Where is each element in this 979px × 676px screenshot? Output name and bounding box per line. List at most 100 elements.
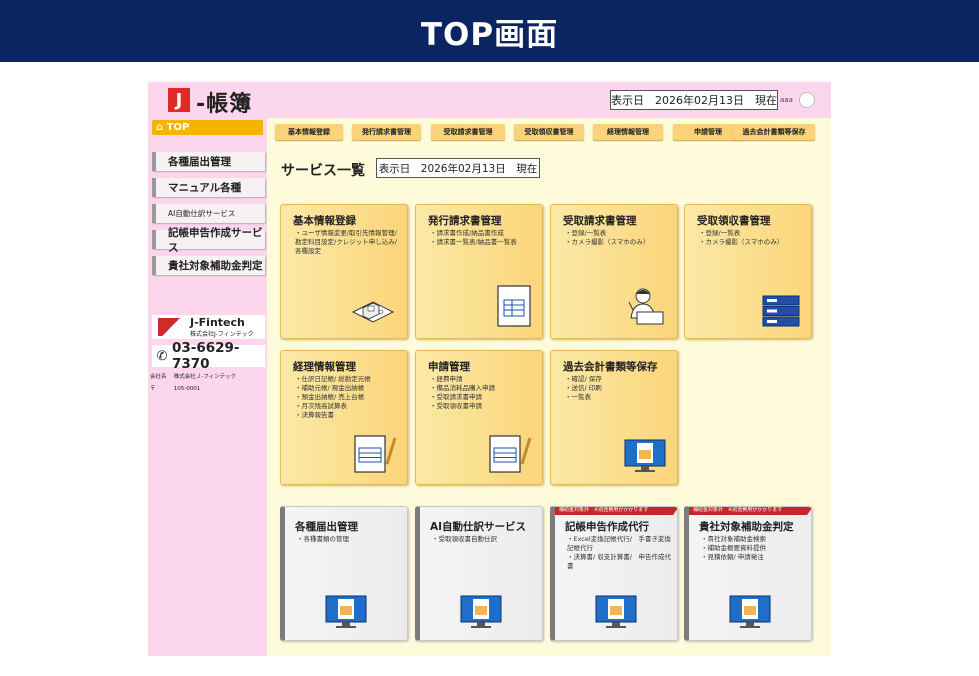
card-item: 受取領収書申請 [430, 402, 538, 411]
card-received-invoices[interactable]: 受取請求書管理 登録/一覧表 カメラ撮影（スマホのみ） [550, 204, 678, 339]
card-item: 確認/ 保存 [565, 375, 673, 384]
card-item: 月次残高試算表 [295, 402, 403, 411]
card-title: 基本情報登録 [293, 215, 356, 227]
menu-received-receipts[interactable]: 受取領収書管理 [514, 124, 584, 140]
sidebar: ⌂ TOP 各種届出管理 マニュアル各種 AI自動仕訳サービス 記帳申告作成サー… [148, 118, 267, 656]
card-item: 登録/一覧表 [699, 229, 807, 238]
postal-row: 〒 105-0001 [150, 384, 200, 392]
card-notifications[interactable]: 各種届出管理 各種書類の管理 [280, 506, 408, 641]
card-item: 決算書/ 収支計算書/ 申告作成代書 [567, 553, 675, 571]
card-item: 受取領収書自動仕訳 [432, 535, 540, 544]
postal-key: 〒 [150, 386, 156, 392]
card-title: 受取請求書管理 [563, 215, 637, 227]
monitor-document-icon [595, 595, 637, 628]
phone-number: 03-6629-7370 [171, 340, 240, 372]
card-title: 経理情報管理 [293, 361, 356, 373]
card-title: 申請管理 [428, 361, 470, 373]
card-item: 各種書類の管理 [297, 535, 405, 544]
card-items: 登録/一覧表 カメラ撮影（スマホのみ） [699, 229, 807, 247]
monitor-document-icon [729, 595, 771, 628]
office-worker-icon [628, 288, 664, 325]
sidebar-top-tab[interactable]: ⌂ TOP [152, 120, 263, 135]
card-item: 一覧表 [565, 393, 673, 402]
company-row: 会社名 株式会社Ｊ-フィンテック [150, 372, 236, 380]
card-subsidy-check[interactable]: 補助金対象外 ※別途費用がかかります 貴社対象補助金判定 貴社対象補助金検索 補… [684, 506, 812, 641]
sidebar-item-bookkeeping-service[interactable]: 記帳申告作成サービス [152, 227, 265, 254]
card-item: 備品消耗品購入申請 [430, 384, 538, 393]
card-bookkeeping-service[interactable]: 補助金対象外 ※別途費用がかかります 記帳申告作成代行 Excel変換記帳代行/… [550, 506, 678, 641]
server-stack-icon [762, 295, 800, 327]
card-item: 仕訳日記帳/ 総勘定元帳 [295, 375, 403, 384]
card-item: 登録/一覧表 [565, 229, 673, 238]
card-ai-journal[interactable]: AI自動仕訳サービス 受取領収書自動仕訳 [415, 506, 543, 641]
menu-past-documents[interactable]: 過去会計書類等保存 [733, 124, 815, 140]
card-title: 記帳申告作成代行 [565, 521, 649, 533]
card-item: ユーザ情報変更/取引先情報管理/勘定科目設定/クレジット申し込み/各種設定 [295, 229, 403, 256]
card-past-documents[interactable]: 過去会計書類等保存 確認/ 保存 送信/ 印刷 一覧表 [550, 350, 678, 485]
card-items: 各種書類の管理 [297, 535, 405, 544]
sidebar-item-ai-journal[interactable]: AI自動仕訳サービス [152, 204, 265, 223]
card-items: 仕訳日記帳/ 総勘定元帳 補助元帳/ 現金出納帳 預金出納帳/ 売上台帳 月次残… [295, 375, 403, 420]
card-applications[interactable]: 申請管理 経費申請 備品消耗品購入申請 受取請求書申請 受取領収書申請 [415, 350, 543, 485]
monitor-document-icon [624, 439, 666, 472]
card-item: 決算報告書 [295, 411, 403, 420]
logo-text: -帳簿 [196, 92, 253, 117]
card-item: 請求書作成/納品書作成 [430, 229, 538, 238]
card-item: カメラ撮影（スマホのみ） [565, 238, 673, 247]
user-label: aaa [780, 96, 793, 104]
postal-value: 105-0001 [173, 386, 201, 392]
monitor-document-icon [460, 595, 502, 628]
card-item: Excel変換記帳代行/ 手書き変換記帳代行 [567, 535, 675, 553]
user-avatar-icon[interactable] [799, 92, 815, 108]
card-items: ユーザ情報変更/取引先情報管理/勘定科目設定/クレジット申し込み/各種設定 [295, 229, 403, 256]
document-pen-icon [354, 435, 397, 473]
header-display-date: 表示日 2026年02月13日 現在 [610, 90, 778, 110]
app-header: J -帳簿 表示日 2026年02月13日 現在 aaa [148, 82, 831, 118]
menu-received-invoices[interactable]: 受取請求書管理 [431, 124, 505, 140]
menu-issued-invoices[interactable]: 発行請求書管理 [352, 124, 421, 140]
fintech-company: 株式会社J-フィンテック [190, 331, 254, 338]
slide-title: TOP画面 [0, 0, 979, 62]
card-accounting-info[interactable]: 経理情報管理 仕訳日記帳/ 総勘定元帳 補助元帳/ 現金出納帳 預金出納帳/ 売… [280, 350, 408, 485]
company-value: 株式会社Ｊ-フィンテック [173, 374, 237, 380]
logo-mark: J [168, 88, 190, 112]
monitor-document-icon [325, 595, 367, 628]
app-window: J -帳簿 表示日 2026年02月13日 現在 aaa ⌂ TOP 各種届出管… [148, 82, 831, 656]
card-title: 受取領収書管理 [697, 215, 771, 227]
section-display-date: 表示日 2026年02月13日 現在 [376, 158, 540, 178]
fintech-logo-icon [158, 318, 184, 336]
sidebar-item-manuals[interactable]: マニュアル各種 [152, 178, 265, 197]
card-title: AI自動仕訳サービス [430, 521, 527, 533]
isometric-office-icon [351, 301, 395, 323]
top-menubar: 基本情報登録 発行請求書管理 受取請求書管理 受取領収書管理 経理情報管理 申請… [275, 124, 815, 140]
card-item: 送信/ 印刷 [565, 384, 673, 393]
phone-icon: ✆ [156, 348, 168, 364]
document-pen-icon [489, 435, 532, 473]
card-items: Excel変換記帳代行/ 手書き変換記帳代行 決算書/ 収支計算書/ 申告作成代… [567, 535, 675, 571]
card-title: 各種届出管理 [295, 521, 358, 533]
phone-banner: ✆ 03-6629-7370 [152, 340, 265, 372]
company-key: 会社名 [150, 374, 167, 380]
card-items: 請求書作成/納品書作成 請求書一覧表/納品書一覧表 [430, 229, 538, 247]
paid-option-ribbon: 補助金対象外 ※別途費用がかかります [689, 507, 811, 515]
card-items: 経費申請 備品消耗品購入申請 受取請求書申請 受取領収書申請 [430, 375, 538, 411]
card-item: 見積依頼/ 申請発注 [701, 553, 809, 562]
paid-option-ribbon: 補助金対象外 ※別途費用がかかります [555, 507, 677, 515]
menu-basic-info[interactable]: 基本情報登録 [275, 124, 343, 140]
menu-accounting-info[interactable]: 経理情報管理 [593, 124, 663, 140]
card-item: 補助元帳/ 現金出納帳 [295, 384, 403, 393]
card-item: 貴社対象補助金検索 [701, 535, 809, 544]
card-items: 貴社対象補助金検索 補助金概要資料提供 見積依頼/ 申請発注 [701, 535, 809, 562]
card-title: 発行請求書管理 [428, 215, 502, 227]
section-title: サービス一覧 [281, 163, 365, 179]
sidebar-item-notifications[interactable]: 各種届出管理 [152, 152, 265, 171]
card-received-receipts[interactable]: 受取領収書管理 登録/一覧表 カメラ撮影（スマホのみ） [684, 204, 812, 339]
card-item: 請求書一覧表/納品書一覧表 [430, 238, 538, 247]
card-items: 登録/一覧表 カメラ撮影（スマホのみ） [565, 229, 673, 247]
sidebar-item-subsidy-check[interactable]: 貴社対象補助金判定 [152, 256, 265, 275]
card-title: 貴社対象補助金判定 [699, 521, 794, 533]
card-basic-info[interactable]: 基本情報登録 ユーザ情報変更/取引先情報管理/勘定科目設定/クレジット申し込み/… [280, 204, 408, 339]
card-issued-invoices[interactable]: 発行請求書管理 請求書作成/納品書作成 請求書一覧表/納品書一覧表 [415, 204, 543, 339]
card-item: 受取請求書申請 [430, 393, 538, 402]
fintech-banner[interactable]: J-Fintech 株式会社J-フィンテック [152, 315, 265, 339]
